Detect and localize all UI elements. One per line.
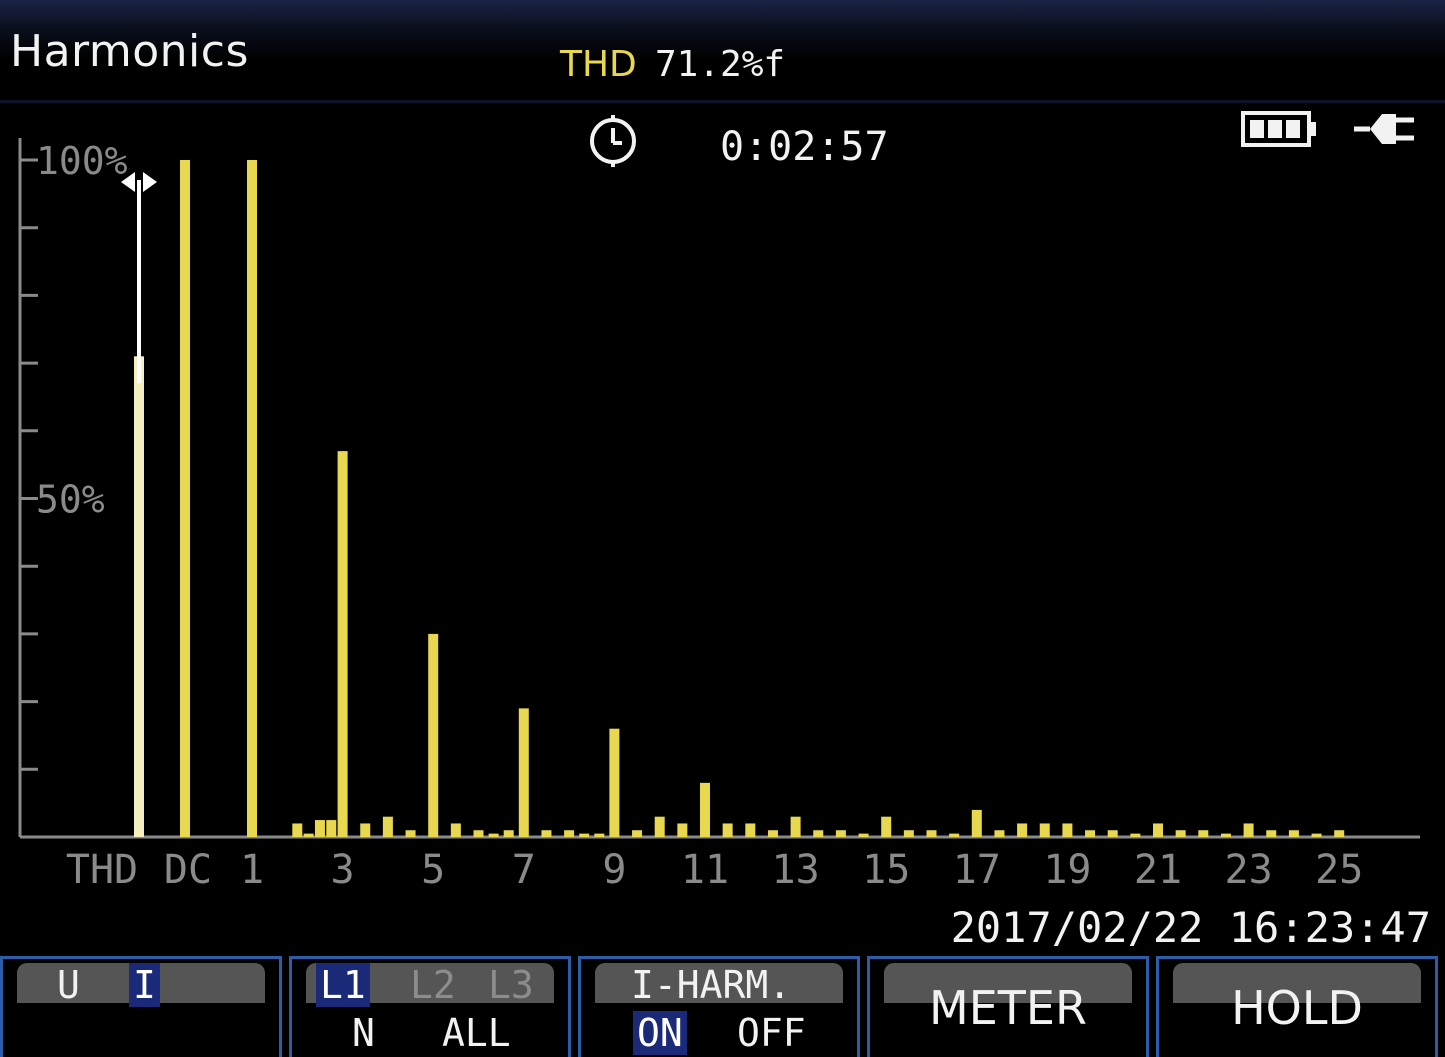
interharmonic-bar [1311, 833, 1322, 837]
interharmonic-bar [813, 830, 824, 837]
x-tick-label: 23 [1225, 847, 1273, 893]
option-off: OFF [737, 1011, 806, 1055]
option-u: U [57, 963, 80, 1007]
x-tick-label: DC [164, 847, 212, 893]
harmonic-bar [134, 356, 144, 837]
harmonic-bar [292, 823, 303, 837]
x-tick-label: THD [66, 847, 138, 893]
interharmonic-bar [767, 830, 778, 837]
option-l1: L1 [316, 963, 370, 1007]
title-bar: Harmonics THD 71.2%f [0, 0, 1445, 103]
option-i: I [129, 963, 160, 1007]
harmonic-bar [1017, 823, 1028, 837]
harmonic-bar [700, 782, 710, 837]
option-n: N [352, 1011, 375, 1055]
interharmonic-bar [858, 833, 869, 837]
meter-label: METER [929, 981, 1087, 1035]
y-tick-label: 100% [36, 139, 128, 183]
harmonic-bar [1153, 823, 1163, 837]
interharmonic-bar [360, 823, 371, 837]
x-tick-label: 1 [240, 847, 264, 893]
thd-label: THD [560, 44, 637, 85]
x-tick-label: 7 [512, 847, 536, 893]
harmonic-bar [609, 728, 620, 837]
meter-button[interactable]: METER [867, 956, 1149, 1057]
voltage-current-selector-button[interactable]: U I [0, 956, 282, 1057]
i-harm-toggle-button[interactable]: I-HARM. ON OFF [578, 956, 860, 1057]
interharmonic-bar [405, 830, 416, 837]
x-tick-label: 3 [331, 847, 355, 893]
x-tick-label: 5 [421, 847, 445, 893]
x-tick-label: 9 [602, 847, 626, 893]
option-l3: L3 [488, 963, 534, 1007]
option-all: ALL [442, 1011, 511, 1055]
harmonic-bar [1062, 823, 1073, 837]
x-tick-label: 11 [681, 847, 729, 893]
cursor-right-arrow-icon [143, 172, 157, 192]
interharmonic-bar [1175, 830, 1186, 837]
harmonic-bar [180, 160, 190, 837]
screen-title: Harmonics [10, 26, 249, 77]
interharmonic-bar [314, 820, 325, 837]
harmonic-bar [473, 830, 484, 837]
i-harm-label: I-HARM. [631, 963, 792, 1007]
hold-button[interactable]: HOLD [1156, 956, 1438, 1057]
interharmonic-bar [541, 830, 552, 837]
harmonic-bar [382, 816, 393, 837]
option-on: ON [633, 1011, 687, 1055]
harmonic-bar [337, 451, 348, 837]
interharmonic-bar [1085, 830, 1096, 837]
interharmonic-bar [677, 823, 688, 837]
interharmonic-bar [722, 823, 733, 837]
x-tick-label: 13 [772, 847, 820, 893]
harmonic-bar [564, 830, 575, 837]
interharmonic-bar [450, 823, 461, 837]
x-tick-label: 21 [1134, 847, 1182, 893]
interharmonic-bar [579, 833, 590, 837]
harmonic-bar [790, 816, 801, 837]
interharmonic-bar [303, 833, 314, 837]
hold-label: HOLD [1231, 981, 1363, 1035]
harmonics-chart: 50%100%THD DC 1 3 5 7 9 11 13 15 17 19 21 23 25 [18, 138, 1420, 893]
date-time: 2017/02/22 16:23:47 [950, 903, 1431, 952]
interharmonic-bar [1266, 830, 1277, 837]
interharmonic-bar [503, 830, 514, 837]
harmonic-bar [1288, 830, 1299, 837]
harmonic-bar [1198, 830, 1209, 837]
interharmonic-bar [1130, 833, 1141, 837]
interharmonic-bar [1220, 833, 1231, 837]
harmonic-bar [1107, 830, 1118, 837]
phase-selector-button[interactable]: L1 L2 L3 N ALL [289, 956, 571, 1057]
interharmonic-bar [949, 833, 960, 837]
interharmonic-bar [903, 830, 914, 837]
harmonic-bar [745, 823, 756, 837]
harmonic-bar [1243, 823, 1254, 837]
x-tick-label: 15 [862, 847, 910, 893]
harmonic-bar [428, 633, 439, 837]
x-tick-label: 17 [953, 847, 1001, 893]
harmonic-bar [518, 708, 529, 837]
option-l2: L2 [410, 963, 456, 1007]
interharmonic-bar [994, 830, 1005, 837]
harmonic-bar [1334, 830, 1345, 837]
interharmonic-bar [1039, 823, 1050, 837]
x-tick-label: 19 [1043, 847, 1091, 893]
x-tick-label: 25 [1315, 847, 1363, 893]
interharmonic-bar [594, 833, 605, 837]
harmonic-bar [926, 830, 937, 837]
harmonic-bar [881, 816, 892, 837]
harmonic-bar [835, 830, 846, 837]
cursor-line [137, 180, 141, 384]
thd-value: 71.2%f [655, 44, 786, 85]
interharmonic-bar [326, 820, 337, 837]
harmonic-bar [654, 816, 665, 837]
interharmonic-bar [488, 833, 499, 837]
y-tick-label: 50% [36, 478, 105, 522]
harmonic-bar [971, 809, 982, 837]
harmonic-bar [247, 160, 257, 837]
interharmonic-bar [632, 830, 643, 837]
